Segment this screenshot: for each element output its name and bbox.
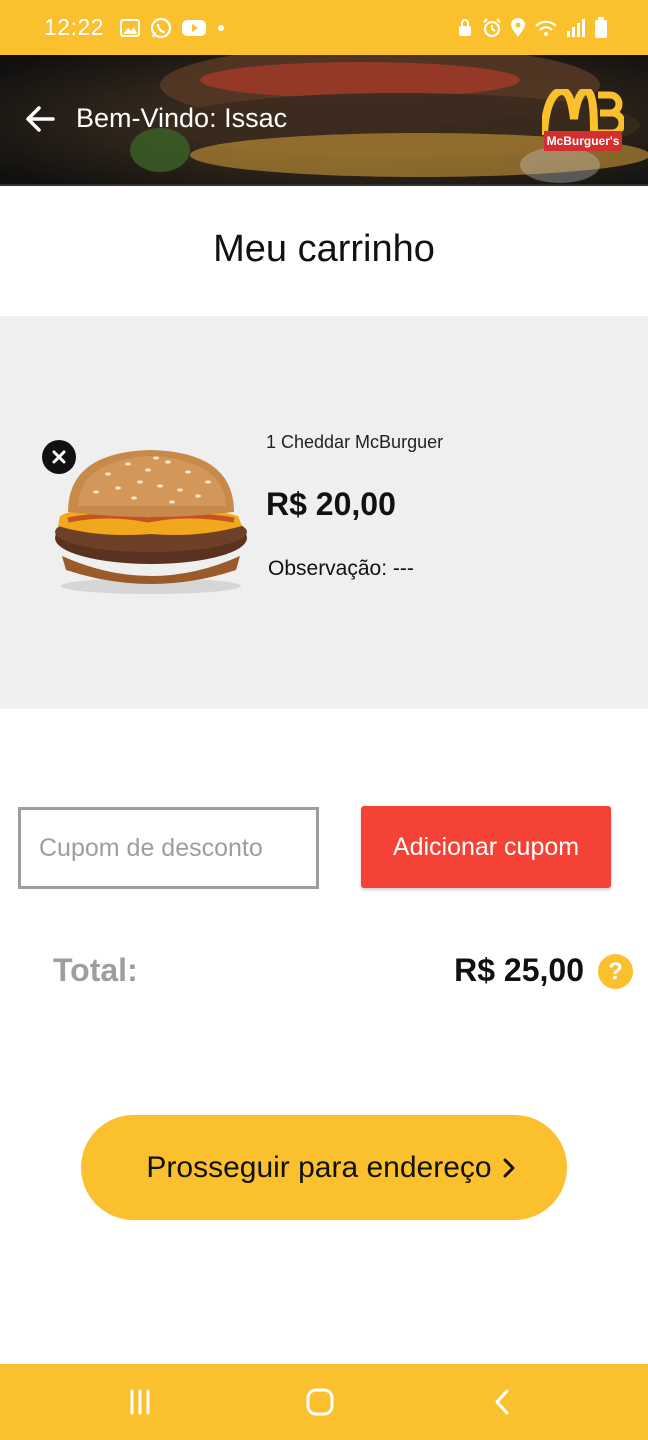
whatsapp-icon: [150, 17, 172, 39]
app-header: Bem-Vindo: Issac McBurguer's: [0, 55, 648, 186]
help-icon[interactable]: ?: [598, 954, 633, 989]
item-name: 1 Cheddar McBurguer: [266, 432, 444, 452]
system-nav-bar: [0, 1364, 648, 1440]
coupon-input[interactable]: [18, 807, 319, 889]
cart-item: 1 Cheddar McBurguer R$ 20,00 Observação:…: [0, 316, 648, 709]
chevron-left-icon: [495, 1389, 509, 1415]
page-title: Meu carrinho: [213, 228, 435, 270]
add-coupon-button[interactable]: Adicionar cupom: [361, 806, 611, 888]
system-back-button[interactable]: [482, 1386, 522, 1418]
cheddar-burger-image: [55, 450, 247, 594]
home-icon: [306, 1388, 334, 1416]
remove-item-button[interactable]: [42, 440, 76, 474]
item-price: R$ 20,00: [266, 486, 396, 522]
mb-logo-icon: [542, 89, 624, 135]
total-label: Total:: [53, 952, 138, 988]
proceed-to-address-button[interactable]: Prosseguir para endereço: [81, 1115, 567, 1220]
mcburguers-logo: McBurguer's: [542, 89, 624, 155]
gallery-icon: [120, 18, 141, 37]
total-value: R$ 25,00: [454, 952, 584, 988]
battery-icon: [594, 16, 608, 39]
welcome-title: Bem-Vindo: Issac: [76, 103, 288, 133]
recent-apps-button[interactable]: [120, 1386, 160, 1418]
status-right: [456, 16, 608, 39]
location-icon: [510, 17, 526, 38]
home-button[interactable]: [300, 1386, 340, 1418]
proceed-label: Prosseguir para endereço: [146, 1150, 492, 1184]
lock-icon: [456, 18, 474, 38]
youtube-icon: [182, 19, 207, 37]
logo-text: McBurguer's: [544, 131, 622, 151]
status-bar: 12:22: [0, 0, 648, 55]
signal-icon: [566, 18, 586, 38]
wifi-icon: [534, 18, 558, 38]
item-observation: Observação: ---: [268, 557, 414, 580]
back-arrow-button[interactable]: [20, 99, 60, 139]
arrow-left-icon: [26, 106, 55, 132]
status-time: 12:22: [44, 14, 105, 40]
alarm-icon: [482, 17, 502, 38]
close-icon: [52, 450, 66, 464]
chevron-right-icon: [503, 1158, 515, 1177]
status-left: 12:22: [44, 14, 226, 41]
recent-apps-icon: [130, 1389, 150, 1415]
dot-icon: [216, 23, 226, 33]
